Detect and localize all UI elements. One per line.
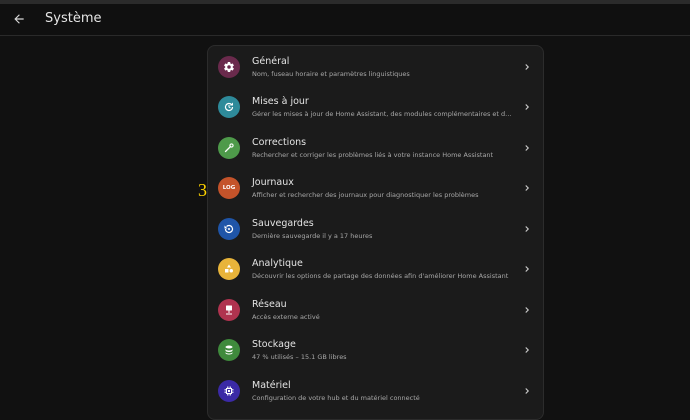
settings-item-general[interactable]: Général Nom, fuseau horaire et paramètre… <box>208 47 543 87</box>
item-description: Découvrir les options de partage des don… <box>252 272 509 280</box>
chevron-right-icon <box>525 64 530 70</box>
item-label: Général <box>252 56 290 67</box>
item-description: Nom, fuseau horaire et paramètres lingui… <box>252 70 410 78</box>
chevron-right-icon <box>525 185 530 191</box>
shapes-icon <box>218 258 240 280</box>
item-label: Stockage <box>252 339 296 350</box>
settings-item-logs[interactable]: LOG Journaux Afficher et rechercher des … <box>208 168 543 208</box>
system-settings-card: Général Nom, fuseau horaire et paramètre… <box>207 45 544 420</box>
annotation-number: 3 <box>198 180 207 200</box>
item-label: Mises à jour <box>252 96 309 107</box>
chevron-right-icon <box>525 145 530 151</box>
wrench-icon <box>218 137 240 159</box>
chevron-right-icon <box>525 307 530 313</box>
item-description: Dernière sauvegarde il y a 17 heures <box>252 232 373 240</box>
network-icon <box>218 299 240 321</box>
item-label: Réseau <box>252 299 287 310</box>
chevron-right-icon <box>525 347 530 353</box>
item-description: Gérer les mises à jour de Home Assistant… <box>252 110 512 118</box>
update-icon <box>218 96 240 118</box>
backup-icon <box>218 218 240 240</box>
database-icon <box>218 339 240 361</box>
item-description: Afficher et rechercher des journaux pour… <box>252 191 479 199</box>
chevron-right-icon <box>525 388 530 394</box>
item-description: 47 % utilisés – 15.1 GB libres <box>252 353 347 361</box>
settings-item-hardware[interactable]: Matériel Configuration de votre hub et d… <box>208 371 543 411</box>
settings-item-backups[interactable]: Sauvegardes Dernière sauvegarde il y a 1… <box>208 209 543 249</box>
item-label: Journaux <box>252 177 294 188</box>
gear-icon <box>218 56 240 78</box>
chevron-right-icon <box>525 266 530 272</box>
chevron-right-icon <box>525 104 530 110</box>
item-label: Matériel <box>252 380 291 391</box>
settings-item-storage[interactable]: Stockage 47 % utilisés – 15.1 GB libres <box>208 330 543 370</box>
page-title: Système <box>45 11 102 26</box>
item-description: Rechercher et corriger les problèmes lié… <box>252 151 494 159</box>
back-button[interactable] <box>9 9 29 29</box>
item-label: Sauvegardes <box>252 218 314 229</box>
item-description: Accès externe activé <box>252 313 320 321</box>
settings-item-repairs[interactable]: Corrections Rechercher et corriger les p… <box>208 128 543 168</box>
arrow-left-icon <box>14 14 24 24</box>
item-label: Corrections <box>252 137 307 148</box>
top-app-bar: Système <box>0 4 690 36</box>
settings-item-network[interactable]: Réseau Accès externe activé <box>208 290 543 330</box>
item-label: Analytique <box>252 258 303 269</box>
settings-item-analytics[interactable]: Analytique Découvrir les options de part… <box>208 249 543 289</box>
item-description: Configuration de votre hub et du matérie… <box>252 394 420 402</box>
chevron-right-icon <box>525 226 530 232</box>
chip-icon <box>218 380 240 402</box>
log-icon: LOG <box>218 177 240 199</box>
settings-item-updates[interactable]: Mises à jour Gérer les mises à jour de H… <box>208 87 543 127</box>
